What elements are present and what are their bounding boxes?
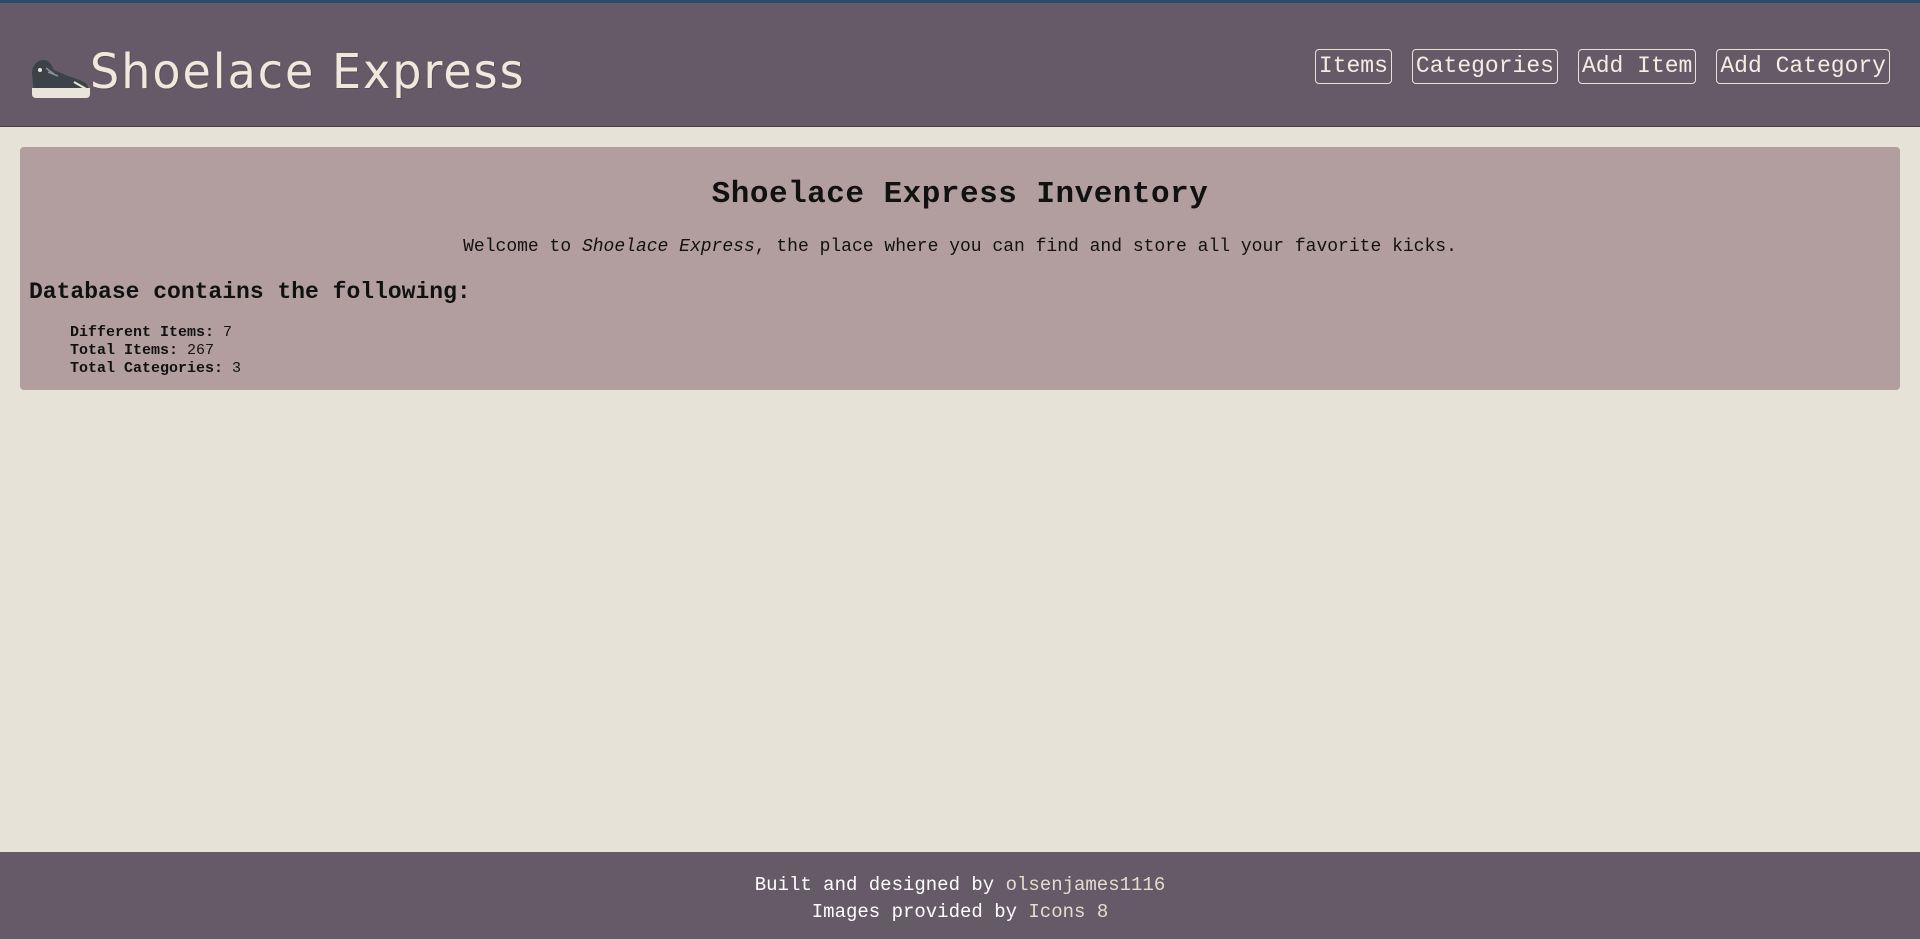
site-header: Shoelace Express Items Categories Add It… (0, 3, 1920, 127)
page-title: Shoelace Express Inventory (711, 177, 1209, 212)
nav-items-link[interactable]: Items (1314, 49, 1392, 84)
welcome-suffix: , the place where you can find and store… (754, 237, 1457, 257)
inventory-panel: Shoelace Express Inventory Welcome to Sh… (20, 147, 1900, 390)
stat-value: 7 (223, 324, 233, 341)
welcome-brand: Shoelace Express (581, 237, 755, 257)
footer-built-prefix: Built and designed by (754, 874, 1006, 896)
nav-categories-link[interactable]: Categories (1411, 49, 1558, 84)
stats-heading: Database contains the following: (29, 279, 471, 305)
brand-name: Shoelace Express (90, 42, 526, 100)
sneaker-icon (32, 60, 90, 98)
footer-images: Images provided by Icons 8 (0, 899, 1920, 926)
stat-label: Total Categories: (70, 360, 224, 377)
nav-add-category-link[interactable]: Add Category (1716, 49, 1890, 84)
welcome-text: Welcome to Shoelace Express, the place w… (20, 237, 1900, 257)
icons8-link[interactable]: Icons 8 (1028, 901, 1108, 923)
stat-total-categories: Total Categories: 3 (70, 360, 241, 378)
stat-value: 3 (232, 360, 242, 377)
welcome-prefix: Welcome to (463, 237, 582, 257)
stat-total-items: Total Items: 267 (70, 342, 241, 360)
stat-label: Different Items: (70, 324, 215, 341)
nav-add-item-link[interactable]: Add Item (1577, 49, 1697, 84)
stat-different-items: Different Items: 7 (70, 324, 241, 342)
footer-credits: Built and designed by olsenjames1116 (0, 872, 1920, 899)
footer-images-prefix: Images provided by (811, 901, 1029, 923)
stat-value: 267 (187, 342, 215, 359)
stats-list: Different Items: 7 Total Items: 267 Tota… (70, 324, 241, 378)
author-link[interactable]: olsenjames1116 (1006, 874, 1166, 896)
stat-label: Total Items: (70, 342, 179, 359)
site-footer: Built and designed by olsenjames1116 Ima… (0, 852, 1920, 939)
main-nav: Items Categories Add Item Add Category (1314, 49, 1890, 84)
brand-home-link[interactable]: Shoelace Express (28, 36, 526, 106)
